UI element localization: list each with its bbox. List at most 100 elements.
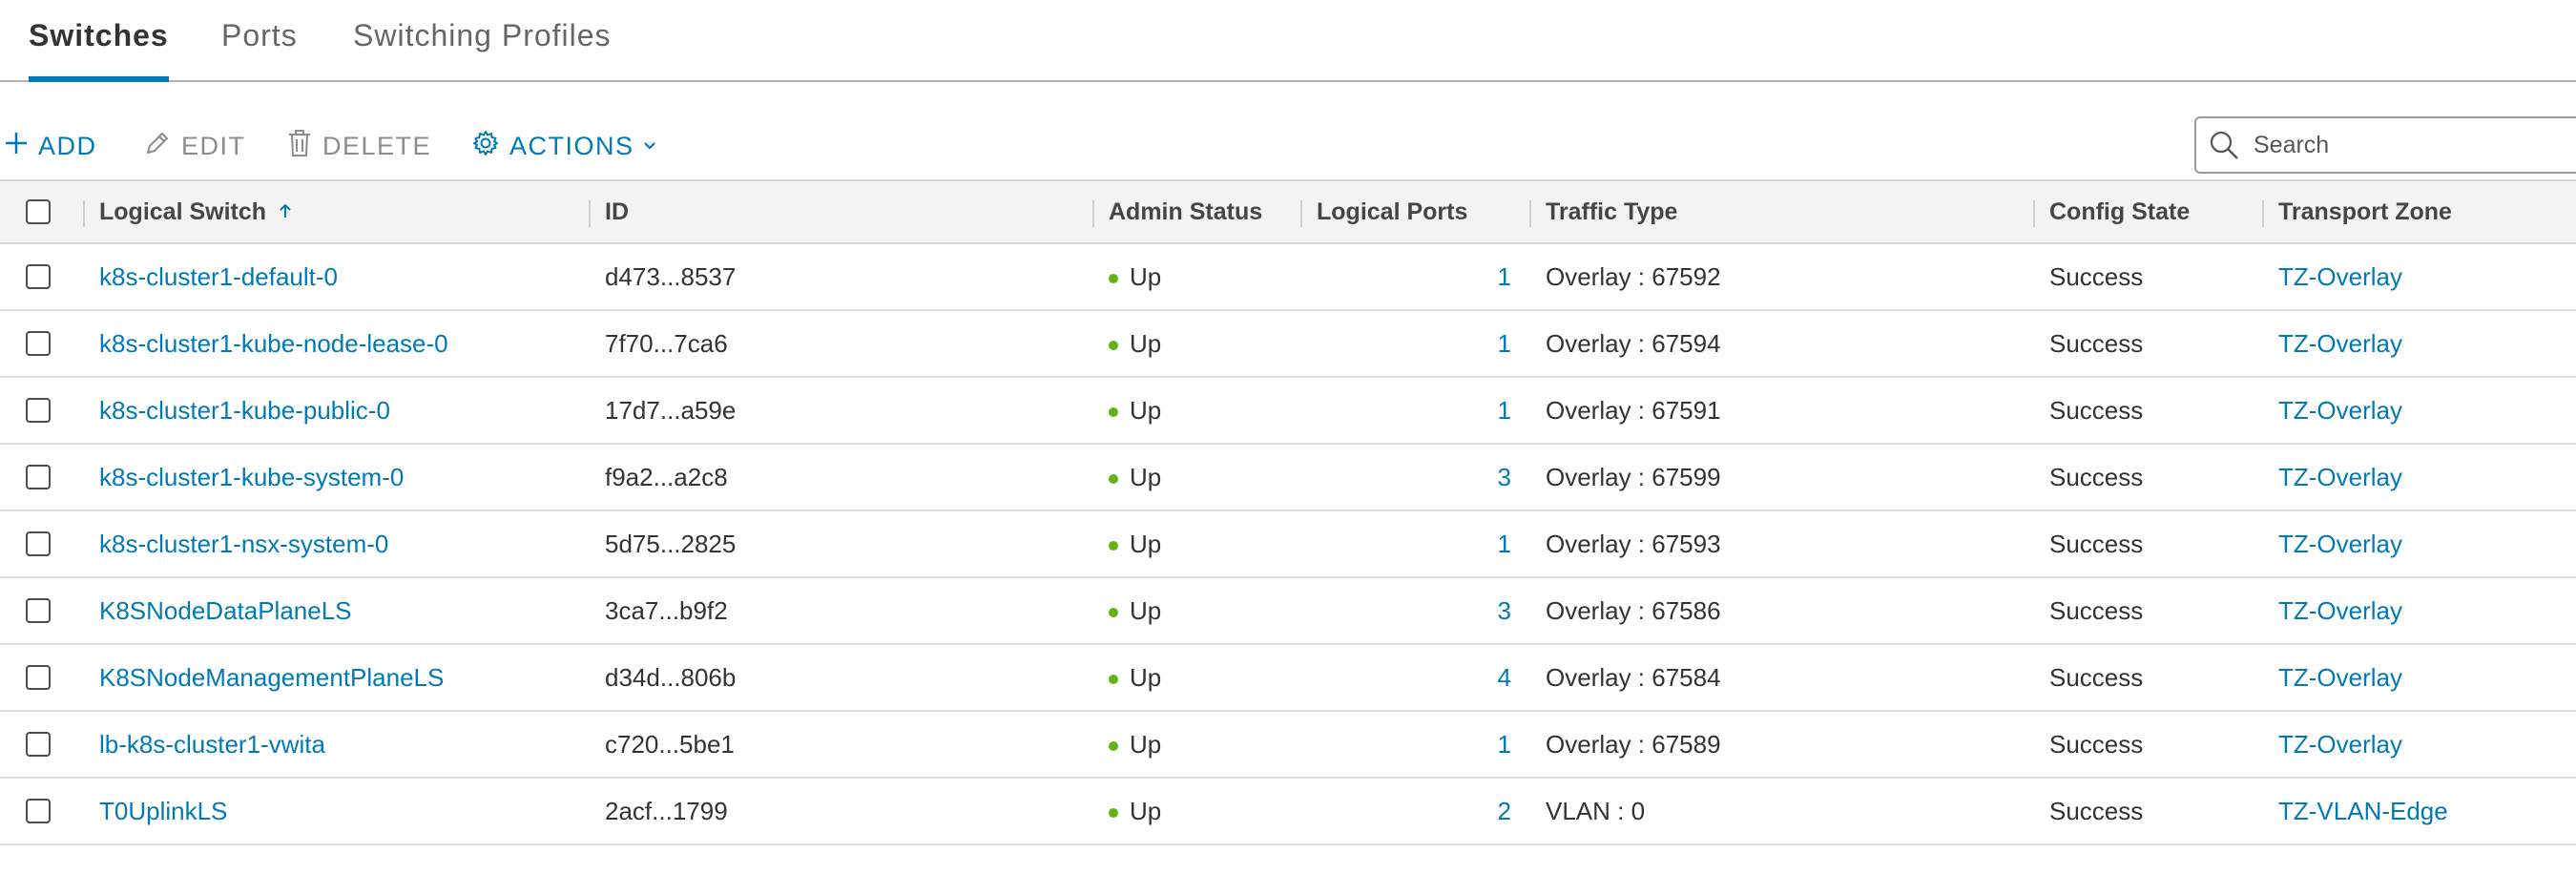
status-dot-icon (1109, 340, 1118, 350)
admin-status-label: Up (1130, 729, 1162, 759)
logical-ports-link[interactable]: 3 (1317, 445, 1511, 510)
logical-ports-link[interactable]: 1 (1317, 378, 1511, 443)
transport-zone-link[interactable]: TZ-Overlay (2278, 244, 2565, 309)
admin-status-label: Up (1130, 462, 1162, 491)
logical-switch-link[interactable]: K8SNodeManagementPlaneLS (99, 645, 576, 710)
transport-zone-link[interactable]: TZ-VLAN-Edge (2278, 779, 2565, 843)
transport-zone-link[interactable]: TZ-Overlay (2278, 378, 2565, 443)
status-dot-icon (1109, 473, 1118, 484)
select-all-checkbox[interactable] (26, 199, 51, 224)
row-checkbox[interactable] (26, 665, 51, 690)
config-state: Success (2049, 462, 2144, 491)
actions-button[interactable]: ACTIONS (471, 124, 667, 168)
column-header-config-state[interactable]: Config State (2033, 181, 2259, 242)
table-row[interactable]: k8s-cluster1-kube-system-0 f9a2...a2c8 Up 3… (0, 445, 2576, 511)
column-header-transport-zone[interactable]: Transport Zone (2262, 181, 2565, 242)
logical-switch-link[interactable]: k8s-cluster1-kube-system-0 (99, 445, 576, 510)
tab-switching-profiles[interactable]: Switching Profiles (353, 0, 612, 82)
logical-ports-link[interactable]: 1 (1317, 712, 1511, 777)
column-header-traffic-type[interactable]: Traffic Type (1529, 181, 2023, 242)
search-icon (2196, 129, 2252, 161)
traffic-type: Overlay : 67589 (1546, 729, 1721, 759)
table-row[interactable]: lb-k8s-cluster1-vwita c720...5be1 Up 1 Overl… (0, 712, 2576, 779)
switch-id: 5d75...2825 (605, 529, 737, 558)
status-dot-icon (1109, 807, 1118, 818)
transport-zone-link[interactable]: TZ-Overlay (2278, 712, 2565, 777)
search-input[interactable] (2252, 130, 2538, 160)
pencil-icon (143, 129, 181, 164)
delete-button-label: DELETE (322, 131, 432, 160)
row-checkbox[interactable] (26, 398, 51, 423)
admin-status: Up (1109, 311, 1299, 376)
logical-ports-link[interactable]: 1 (1317, 244, 1511, 309)
tab-ports[interactable]: Ports (221, 0, 298, 82)
table-row[interactable]: k8s-cluster1-kube-node-lease-0 7f70...7ca… (0, 311, 2576, 378)
admin-status: Up (1109, 578, 1299, 643)
column-header-label: Config State (2049, 198, 2191, 225)
logical-ports-link[interactable]: 1 (1317, 311, 1511, 376)
row-checkbox[interactable] (26, 531, 51, 556)
config-state: Success (2049, 529, 2144, 558)
switch-id: d473...8537 (605, 261, 737, 291)
transport-zone-link[interactable]: TZ-Overlay (2278, 445, 2565, 510)
add-button[interactable]: ADD (4, 124, 97, 168)
column-header-logical-switch[interactable]: Logical Switch (83, 181, 576, 242)
row-checkbox[interactable] (26, 732, 51, 757)
logical-switch-grid: Logical Switch ID Admin Status Logical P… (0, 179, 2576, 845)
column-header-label: Logical Switch (99, 198, 267, 225)
column-separator (1529, 200, 1531, 227)
logical-switch-link[interactable]: lb-k8s-cluster1-vwita (99, 712, 576, 777)
column-separator (1092, 200, 1094, 227)
delete-button[interactable]: DELETE (286, 124, 431, 168)
row-checkbox[interactable] (26, 465, 51, 489)
traffic-type: Overlay : 67591 (1546, 395, 1721, 425)
transport-zone-link[interactable]: TZ-Overlay (2278, 511, 2565, 576)
column-header-admin-status[interactable]: Admin Status (1092, 181, 1299, 242)
table-row[interactable]: T0UplinkLS 2acf...1799 Up 2 VLAN : 0 Success T… (0, 779, 2576, 845)
logical-ports-link[interactable]: 2 (1317, 779, 1511, 843)
logical-switch-link[interactable]: K8SNodeDataPlaneLS (99, 578, 576, 643)
switch-id: c720...5be1 (605, 729, 735, 759)
table-row[interactable]: k8s-cluster1-default-0 d473...8537 Up 1 Over… (0, 244, 2576, 311)
row-checkbox[interactable] (26, 598, 51, 623)
logical-ports-link[interactable]: 3 (1317, 578, 1511, 643)
config-state: Success (2049, 729, 2144, 759)
status-dot-icon (1109, 607, 1118, 617)
row-checkbox[interactable] (26, 331, 51, 356)
switch-id: 7f70...7ca6 (605, 328, 728, 358)
search-field[interactable] (2194, 116, 2576, 174)
tab-bar: Switches Ports Switching Profiles (0, 0, 2576, 82)
column-header-label: Admin Status (1109, 198, 1263, 225)
edit-button[interactable]: EDIT (143, 124, 246, 168)
transport-zone-link[interactable]: TZ-Overlay (2278, 645, 2565, 710)
row-select-cell (19, 511, 57, 576)
transport-zone-link[interactable]: TZ-Overlay (2278, 311, 2565, 376)
logical-switch-link[interactable]: T0UplinkLS (99, 779, 576, 843)
admin-status: Up (1109, 645, 1299, 710)
transport-zone-link[interactable]: TZ-Overlay (2278, 578, 2565, 643)
logical-switch-link[interactable]: k8s-cluster1-nsx-system-0 (99, 511, 576, 576)
switch-id: 3ca7...b9f2 (605, 595, 728, 625)
row-checkbox[interactable] (26, 799, 51, 823)
table-row[interactable]: K8SNodeManagementPlaneLS d34d...806b Up 4 Ov… (0, 645, 2576, 712)
chevron-down-icon (642, 140, 667, 152)
traffic-type: VLAN : 0 (1546, 796, 1646, 825)
admin-status: Up (1109, 445, 1299, 510)
table-row[interactable]: k8s-cluster1-kube-public-0 17d7...a59e Up 1… (0, 378, 2576, 445)
admin-status-label: Up (1130, 796, 1162, 825)
arrow-up-icon[interactable] (278, 198, 293, 226)
column-header-id[interactable]: ID (589, 181, 1082, 242)
logical-ports-link[interactable]: 4 (1317, 645, 1511, 710)
logical-ports-link[interactable]: 1 (1317, 511, 1511, 576)
row-checkbox[interactable] (26, 264, 51, 289)
logical-switch-link[interactable]: k8s-cluster1-default-0 (99, 244, 576, 309)
admin-status-label: Up (1130, 529, 1162, 558)
add-button-label: ADD (38, 131, 97, 160)
logical-switch-link[interactable]: k8s-cluster1-kube-public-0 (99, 378, 576, 443)
table-row[interactable]: K8SNodeDataPlaneLS 3ca7...b9f2 Up 3 Overlay … (0, 578, 2576, 645)
tab-switches[interactable]: Switches (29, 0, 169, 82)
table-row[interactable]: k8s-cluster1-nsx-system-0 5d75...2825 Up 1 O… (0, 511, 2576, 578)
config-state: Success (2049, 395, 2144, 425)
column-header-logical-ports[interactable]: Logical Ports (1300, 181, 1511, 242)
logical-switch-link[interactable]: k8s-cluster1-kube-node-lease-0 (99, 311, 576, 376)
